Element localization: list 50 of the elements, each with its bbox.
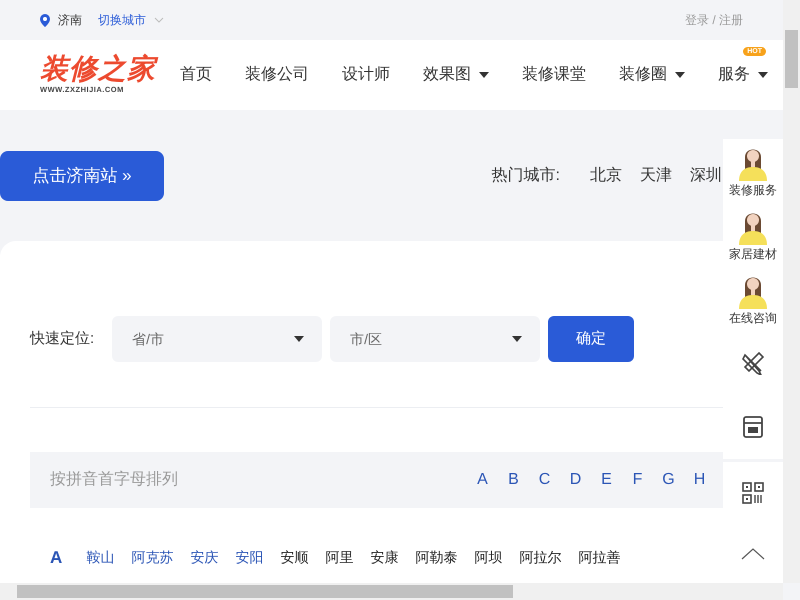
city-link[interactable]: 阿拉善	[578, 547, 620, 568]
city-link[interactable]: 安阳	[235, 547, 264, 568]
city-link[interactable]: 北京	[590, 164, 622, 188]
city-link[interactable]: 阿克苏	[131, 547, 174, 568]
confirm-button[interactable]: 确定	[548, 316, 634, 362]
city-link[interactable]: 阿里	[325, 547, 354, 568]
city-link[interactable]: 阿勒泰	[415, 547, 458, 568]
location-pin-icon	[40, 14, 50, 26]
locator-label: 快速定位:	[30, 328, 94, 349]
city-link[interactable]: 鞍山	[86, 547, 114, 568]
hot-cities-label: 热门城市:	[492, 166, 560, 186]
vertical-scrollbar[interactable]	[783, 0, 800, 583]
letter-link[interactable]: G	[653, 468, 684, 492]
letter-heading: A	[50, 547, 62, 569]
letter-link[interactable]: B	[498, 468, 529, 492]
city-link[interactable]: 天津	[640, 164, 672, 188]
caret-down-icon	[512, 336, 522, 342]
consultant-button[interactable]: 在线咨询	[723, 267, 783, 331]
letter-link[interactable]: A	[467, 468, 498, 492]
city-link[interactable]: 阿拉尔	[519, 547, 562, 568]
select-field[interactable]: 市/区	[330, 316, 540, 362]
chevron-down-icon	[154, 17, 164, 23]
letter-link[interactable]: F	[622, 468, 653, 492]
nav-link[interactable]: 装修课堂	[522, 63, 586, 87]
letter-link[interactable]: E	[591, 468, 622, 492]
letter-link[interactable]: C	[529, 468, 560, 492]
station-button[interactable]: 点击济南站 »	[0, 151, 164, 201]
nav-link[interactable]: 首页	[180, 63, 212, 87]
city-link[interactable]: 安庆	[190, 547, 218, 568]
index-label: 按拼音首字母排列	[50, 470, 178, 490]
city-link[interactable]: 深圳	[690, 164, 722, 188]
city-link[interactable]: 阿坝	[474, 547, 502, 568]
letter-link[interactable]: D	[560, 468, 591, 492]
letter-link[interactable]: H	[684, 468, 715, 492]
city-link[interactable]: 安顺	[280, 547, 308, 568]
nav-link[interactable]: 效果图	[423, 63, 489, 87]
city-name: 济南	[58, 12, 82, 29]
nav-link[interactable]: 设计师	[342, 63, 390, 87]
horizontal-scrollbar[interactable]	[0, 583, 783, 600]
caret-down-icon	[294, 336, 304, 342]
consultant-button[interactable]: 家居建材	[723, 203, 783, 267]
select-field[interactable]: 省/市	[112, 316, 322, 362]
calculator-icon[interactable]	[741, 415, 765, 439]
qr-code-icon[interactable]	[741, 480, 765, 504]
nav-link[interactable]: 装修公司	[245, 63, 309, 87]
city-link[interactable]: 安康	[370, 547, 398, 568]
consultant-button[interactable]: 装修服务	[723, 139, 783, 203]
switch-city-link[interactable]: 切换城市	[98, 11, 146, 29]
design-tools-icon[interactable]	[741, 351, 765, 375]
nav-link[interactable]: 装修圈	[619, 63, 685, 87]
